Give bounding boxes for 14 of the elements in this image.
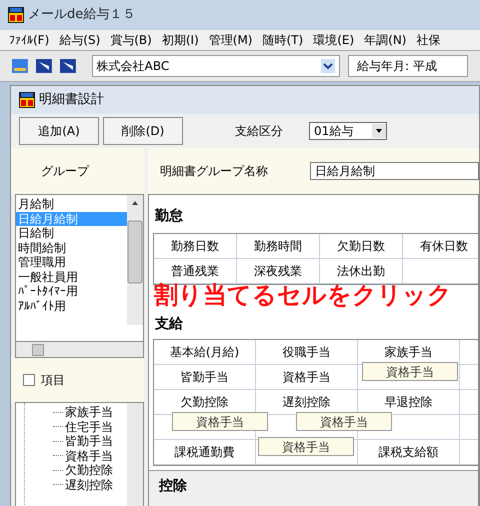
items-label: 項目 — [41, 372, 65, 389]
drag-tooltip: 資格手当 — [258, 437, 354, 456]
drag-tooltip: 資格手当 — [362, 362, 458, 381]
dialog-title: 明細書設計 — [39, 91, 104, 110]
section-title: 控除 — [158, 477, 187, 495]
section-title: 支給 — [154, 315, 183, 333]
category-label: 支給区分 — [235, 123, 283, 140]
group-header: グループ — [41, 163, 89, 180]
section-title: 勤怠 — [154, 207, 183, 225]
drag-tooltip: 資格手当 — [296, 412, 392, 431]
group-name-label: 明細書グループ名称 — [160, 163, 268, 180]
drag-tooltip: 資格手当 — [172, 412, 268, 431]
window-title: メールde給与１５ — [28, 6, 136, 24]
instruction-annotation: 割り当てるセルをクリック — [154, 282, 452, 308]
